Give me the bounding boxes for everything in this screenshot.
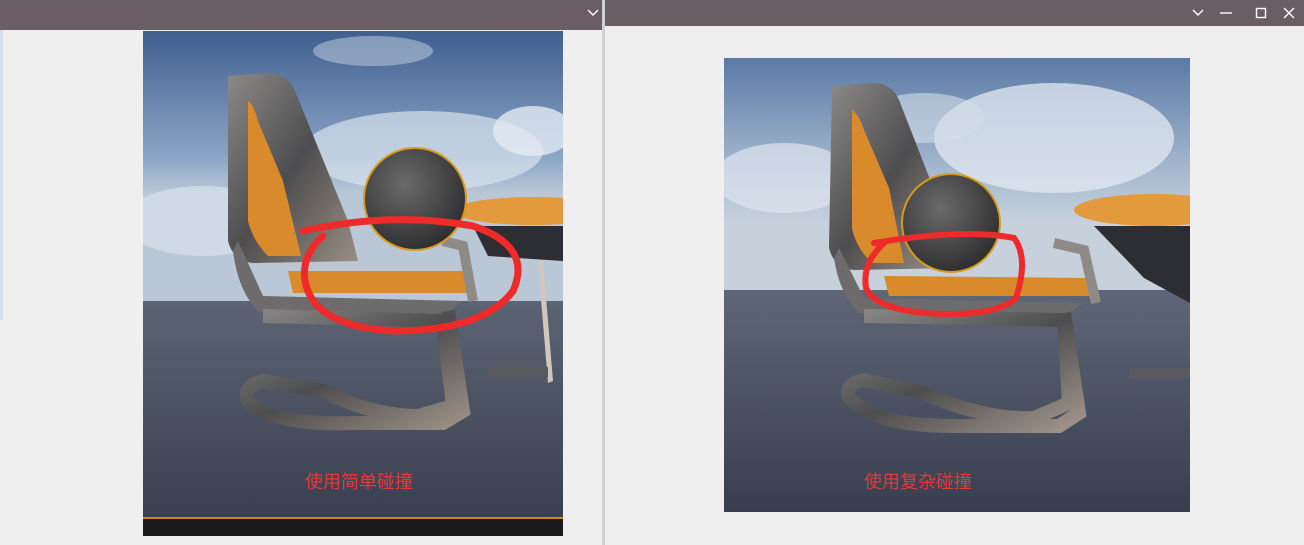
minimize-icon[interactable] <box>1211 0 1241 26</box>
viewport-simple-collision[interactable]: 使用简单碰撞 <box>143 31 563 536</box>
left-editor-window: 使用简单碰撞 <box>0 0 604 545</box>
right-titlebar <box>605 0 1304 26</box>
caption-complex-collision: 使用复杂碰撞 <box>864 472 972 493</box>
maximize-icon[interactable] <box>1246 0 1276 26</box>
chevron-down-icon[interactable] <box>1183 0 1213 26</box>
viewport-footer-bar <box>143 517 563 536</box>
left-titlebar <box>0 0 604 30</box>
close-icon[interactable] <box>1274 0 1304 26</box>
right-editor-window: 使用复杂碰撞 <box>605 0 1304 545</box>
scene-render <box>143 31 563 536</box>
caption-simple-collision: 使用简单碰撞 <box>305 472 413 493</box>
left-edge-strip <box>0 30 3 320</box>
scene-render <box>724 58 1190 512</box>
viewport-complex-collision[interactable]: 使用复杂碰撞 <box>724 58 1190 512</box>
